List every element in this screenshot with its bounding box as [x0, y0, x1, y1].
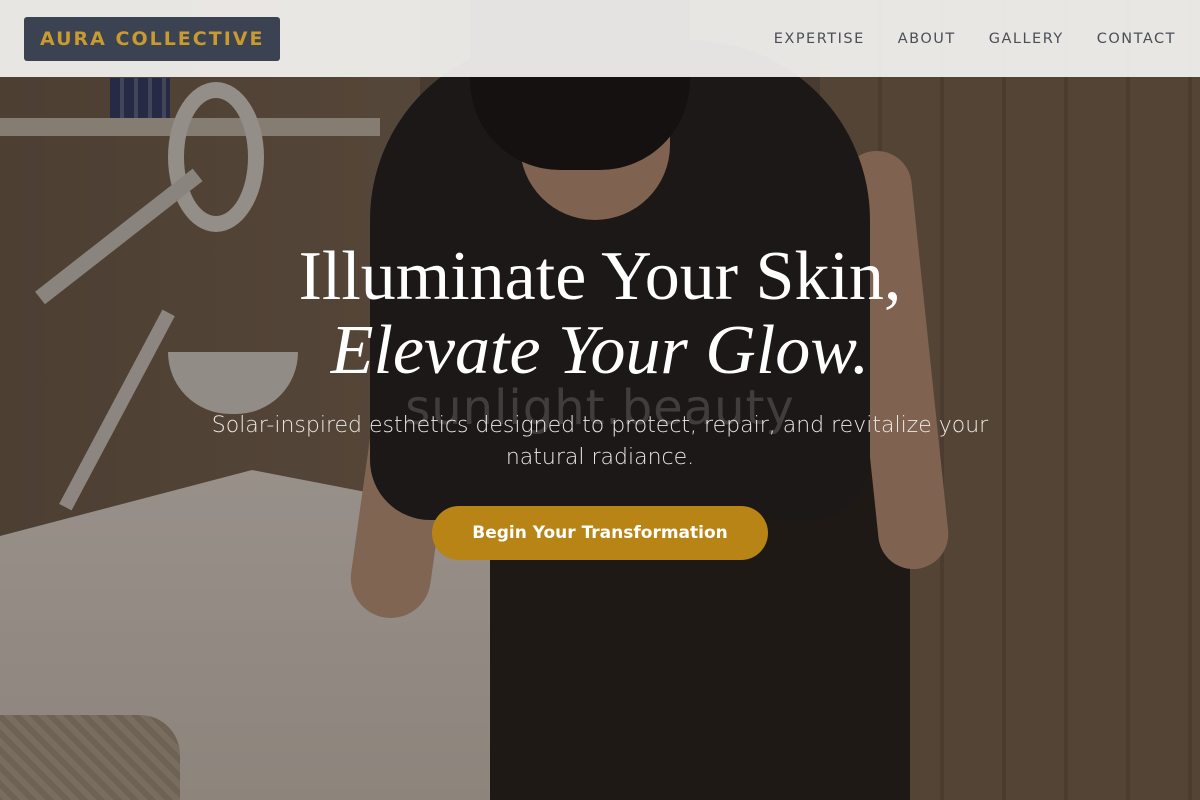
headline-line-2: Elevate Your Glow. — [330, 312, 870, 389]
brand-name: AURA COLLECTIVE — [40, 27, 265, 50]
watermark-text: sunlight.beauty — [405, 380, 795, 436]
hero-section: sunlight.beauty Illuminate Your Skin, El… — [0, 240, 1200, 560]
navbar: AURA COLLECTIVE EXPERTISE ABOUT GALLERY … — [0, 0, 1200, 77]
nav-gallery[interactable]: GALLERY — [989, 31, 1064, 47]
nav-contact[interactable]: CONTACT — [1097, 31, 1176, 47]
nav-about[interactable]: ABOUT — [898, 31, 956, 47]
brand-logo[interactable]: AURA COLLECTIVE — [24, 16, 281, 61]
cta-button[interactable]: Begin Your Transformation — [432, 506, 768, 560]
headline-line-1: Illuminate Your Skin, — [298, 238, 902, 315]
hero-headline: Illuminate Your Skin, Elevate Your Glow. — [0, 240, 1200, 388]
nav-expertise[interactable]: EXPERTISE — [774, 31, 865, 47]
main-nav: EXPERTISE ABOUT GALLERY CONTACT — [774, 31, 1176, 47]
